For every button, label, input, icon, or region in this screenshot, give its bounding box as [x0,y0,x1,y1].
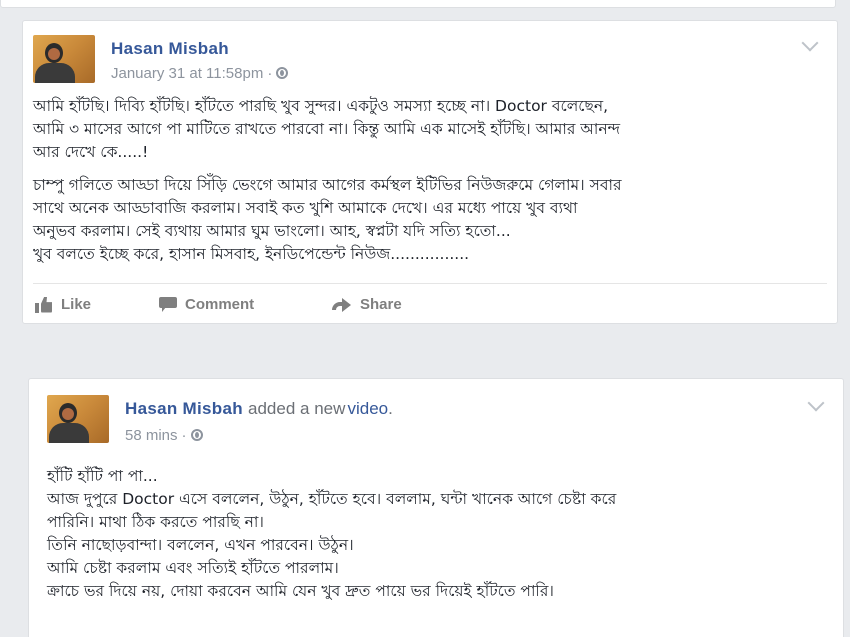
post-text-line: চাম্পু গলিতে আড্ডা দিয়ে সিঁড়ি ভেংগে আম… [33,176,622,194]
comment-label: Comment [185,296,255,313]
previous-post-card-edge [0,0,836,8]
post-text-line: আর দেখে কে.....! [33,143,149,161]
chevron-down-icon[interactable] [807,394,825,412]
news-feed: Hasan Misbah January 31 at 11:58pm · আমি … [0,0,850,637]
post-text-line: আমি হাঁটছি। দিব্যি হাঁটছি। হাঁটতে পারছি … [33,97,609,115]
share-arrow-icon [332,297,352,312]
like-button[interactable]: Like [35,296,91,313]
post-text-line: পারিনি। মাথা ঠিক করতে পারছি না। [47,513,264,531]
avatar-body-shape [49,423,89,443]
avatar[interactable] [33,35,95,83]
post-text-line: হাঁটি হাঁটি পা পা... [47,467,158,485]
post-paragraph: আমি হাঁটছি। দিব্যি হাঁটছি। হাঁটতে পারছি … [33,95,622,164]
post-text-line: খুব বলতে ইচ্ছে করে, হাসান মিসবাহ, ইনডিপে… [33,245,470,263]
post-card: Hasan Misbah added a new video. 58 mins ·… [28,378,844,637]
avatar-face-shape [62,408,74,420]
post-paragraph: চাম্পু গলিতে আড্ডা দিয়ে সিঁড়ি ভেংগে আম… [33,174,622,266]
post-header-line: Hasan Misbah added a new video. [125,399,393,419]
post-text-line: আজ দুপুরে Doctor এসে বললেন, উঠুন, হাঁটতে… [47,490,617,508]
post-paragraph: হাঁটি হাঁটি পা পা... আজ দুপুরে Doctor এস… [47,465,616,603]
thumbs-up-icon [35,297,53,313]
post-meta: January 31 at 11:58pm · [111,65,289,82]
comment-button[interactable]: Comment [159,296,254,313]
share-button[interactable]: Share [332,296,402,313]
avatar-face-shape [48,48,60,60]
avatar[interactable] [47,395,109,443]
globe-icon[interactable] [276,67,289,79]
chevron-down-icon[interactable] [801,34,819,52]
meta-separator: · [267,65,273,82]
action-bar-divider [33,283,827,284]
video-link[interactable]: video [347,399,388,418]
post-text-line: তিনি নাছোড়বান্দা। বললেন, এখন পারবেন। উঠ… [47,536,354,554]
post-action-bar: Like Comment Share [35,296,815,316]
post-author-name[interactable]: Hasan Misbah [125,399,243,418]
post-body: আমি হাঁটছি। দিব্যি হাঁটছি। হাঁটতে পারছি … [33,95,622,276]
globe-icon[interactable] [190,429,203,441]
share-label: Share [360,296,402,313]
post-text-line: ক্রাচে ভর দিয়ে নয়, দোয়া করবেন আমি যেন… [47,582,554,600]
post-text-line: আমি চেষ্টা করলাম এবং সত্যিই হাঁটতে পারলা… [47,559,339,577]
post-timestamp[interactable]: 58 mins [125,427,178,444]
post-card: Hasan Misbah January 31 at 11:58pm · আমি … [22,20,838,324]
post-author-name[interactable]: Hasan Misbah [111,39,229,59]
post-text-line: অনুভব করলাম। সেই ব্যথায় আমার ঘুম ভাংলো।… [33,222,511,240]
post-action-suffix: . [388,399,393,418]
post-text-line: সাথে অনেক আড্ডাবাজি করলাম। সবাই কত খুশি … [33,199,578,217]
avatar-body-shape [35,63,75,83]
post-timestamp[interactable]: January 31 at 11:58pm [111,65,263,82]
speech-bubble-icon [159,297,177,312]
post-action-text: added a new [248,399,346,418]
post-meta: 58 mins · [125,427,203,444]
post-text-line: আমি ৩ মাসের আগে পা মাটিতে রাখতে পারবো না… [33,120,621,138]
meta-separator: · [181,427,187,444]
post-body: হাঁটি হাঁটি পা পা... আজ দুপুরে Doctor এস… [47,465,616,613]
like-label: Like [61,296,92,313]
